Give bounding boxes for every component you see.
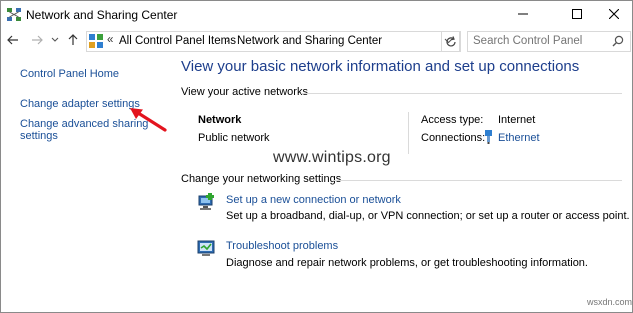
maximize-icon [572,9,582,19]
new-connection-icon [198,193,214,210]
up-arrow-icon [68,34,78,45]
ethernet-connection-link[interactable]: Ethernet [498,132,540,144]
breadcrumb-network-and-sharing-center[interactable]: Network and Sharing Center [237,35,382,47]
breadcrumb-all-control-panel-items[interactable]: All Control Panel Items [119,35,236,47]
network-center-app-icon [7,8,21,21]
control-panel-home-link[interactable]: Control Panel Home [20,68,119,80]
change-advanced-sharing-settings-link-line2[interactable]: settings [20,130,58,142]
up-button[interactable] [66,33,80,47]
recent-pages-button[interactable] [50,33,60,47]
search-icon[interactable] [612,35,624,47]
back-button[interactable] [6,33,20,47]
setup-connection-description: Set up a broadband, dial-up, or VPN conn… [226,210,630,222]
close-icon [609,9,619,19]
forward-button[interactable] [30,33,44,47]
divider [301,93,622,94]
maximize-button[interactable] [560,1,594,27]
window: Network and Sharing Center « All Control… [0,0,633,313]
refresh-button[interactable] [441,31,461,52]
control-panel-icon [89,34,103,48]
back-arrow-icon [7,35,18,45]
search-input[interactable] [473,35,603,47]
red-annotation-arrow [130,108,167,132]
refresh-icon [446,35,456,46]
breadcrumb-overflow[interactable]: « [107,34,113,46]
connections-label: Connections: [421,132,486,144]
divider [333,180,622,181]
recent-pages-chevron-icon [51,37,59,42]
window-title: Network and Sharing Center [26,8,178,22]
content-area: Control Panel Home Change adapter settin… [1,54,632,312]
change-adapter-settings-link[interactable]: Change adapter settings [20,98,140,110]
troubleshoot-icon [197,240,215,256]
breadcrumb-separator[interactable]: › [226,34,230,46]
title-bar: Network and Sharing Center [1,1,632,29]
close-button[interactable] [597,1,631,27]
network-name: Network [198,114,242,126]
access-type-value: Internet [498,114,536,126]
minimize-button[interactable] [506,1,540,27]
sidebar: Control Panel Home Change adapter settin… [1,54,171,312]
troubleshoot-problems-link[interactable]: Troubleshoot problems [226,240,338,252]
troubleshoot-problems-description: Diagnose and repair network problems, or… [226,257,588,269]
vertical-divider [408,112,409,154]
forward-arrow-icon [32,35,43,45]
ethernet-icon [485,130,492,144]
watermark-text: www.wintips.org [273,149,391,166]
minimize-icon [518,13,528,15]
active-networks-label: View your active networks [181,86,308,98]
page-heading: View your basic network information and … [181,58,580,75]
network-category[interactable]: Public network [198,132,270,144]
networking-settings-label: Change your networking settings [181,173,342,185]
access-type-label: Access type: [421,114,484,126]
address-bar[interactable]: « All Control Panel Items › Network and … [86,31,460,52]
search-box[interactable] [467,31,631,52]
corner-watermark: wsxdn.com [587,297,633,307]
setup-connection-link[interactable]: Set up a new connection or network [226,194,401,206]
main-panel: View your basic network information and … [171,54,632,312]
